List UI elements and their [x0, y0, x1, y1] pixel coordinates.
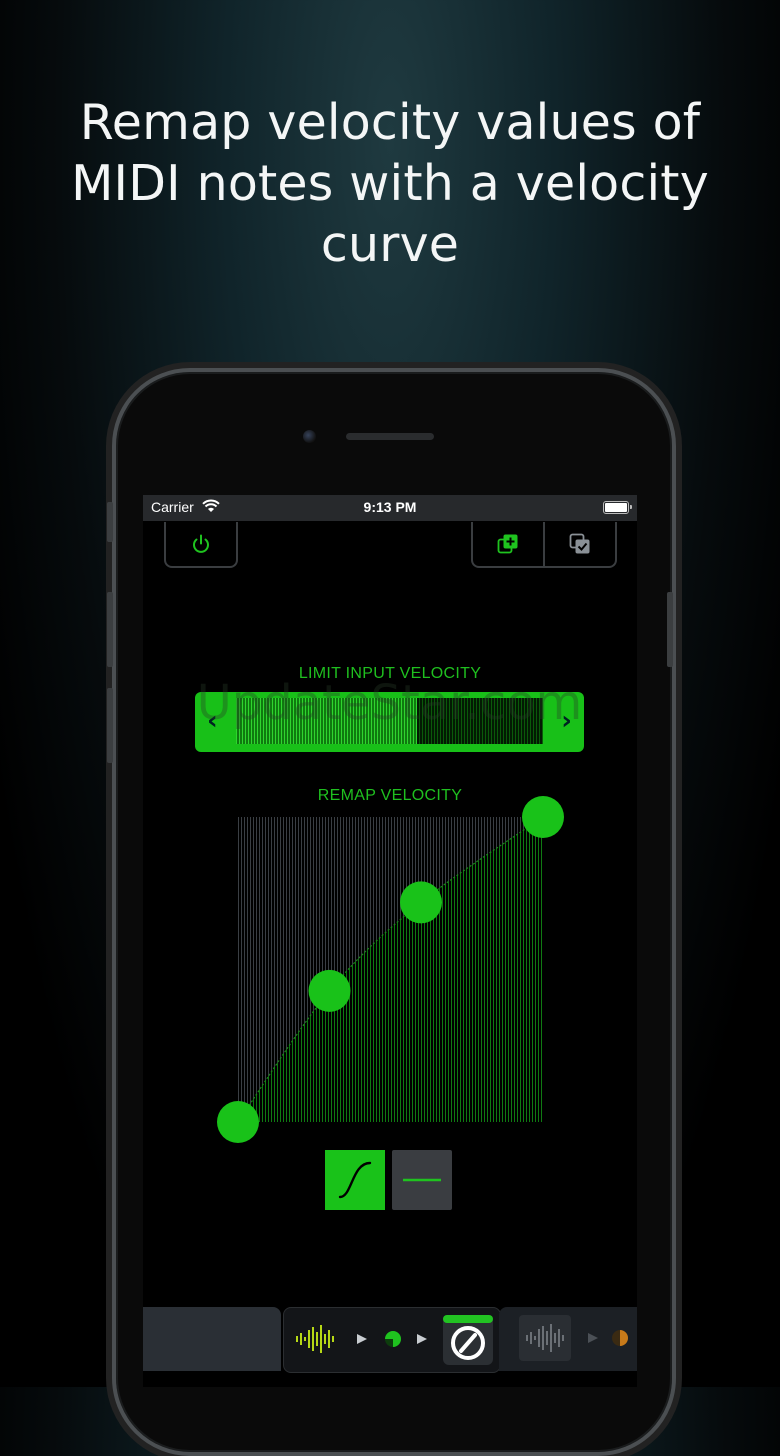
curve-handle-4[interactable]: [522, 796, 564, 838]
headline: Remap velocity values of MIDI notes with…: [71, 94, 709, 273]
speaker-grille: [346, 433, 434, 440]
play-arrow-icon: [357, 1334, 367, 1344]
add-preset-icon: [497, 534, 518, 554]
limit-velocity-slider[interactable]: ‹ ›: [195, 692, 584, 752]
app-switcher-dock: [143, 1307, 637, 1387]
phone-volume-down: [107, 688, 113, 763]
slider-fill: [236, 698, 418, 744]
add-preset-button[interactable]: [473, 522, 543, 566]
linear-mode-button[interactable]: [392, 1150, 452, 1210]
remap-velocity-label: REMAP VELOCITY: [317, 787, 463, 804]
dock-empty-slot[interactable]: [143, 1307, 281, 1371]
play-arrow-icon: [588, 1333, 598, 1343]
app-logo-icon: [443, 1315, 493, 1365]
slider-track[interactable]: [236, 698, 543, 744]
orange-node-icon: [612, 1330, 628, 1346]
velocity-curve-editor[interactable]: [217, 796, 564, 1143]
camera-icon: [303, 430, 316, 443]
status-time: 9:13 PM: [363, 499, 417, 515]
slider-right-arrow[interactable]: ›: [561, 706, 572, 736]
slider-left-arrow[interactable]: ‹: [207, 706, 218, 736]
phone-power-button: [667, 592, 673, 667]
battery-icon: [603, 501, 629, 514]
battery-tip: [630, 505, 632, 509]
preset-toolbar: [471, 522, 617, 568]
select-presets-button[interactable]: [545, 522, 615, 566]
s-curve-icon: [338, 1161, 372, 1199]
curve-handle-1[interactable]: [217, 1101, 259, 1143]
curve-mode-button[interactable]: [325, 1150, 385, 1210]
limit-velocity-label: LIMIT INPUT VELOCITY: [298, 665, 482, 682]
power-icon: [193, 534, 209, 553]
status-bar: Carrier 9:13 PM: [143, 495, 637, 521]
waveform-icon: [296, 1325, 334, 1353]
select-presets-icon: [569, 533, 590, 554]
curve-handle-3[interactable]: [400, 881, 442, 924]
power-button[interactable]: [166, 522, 236, 566]
phone-mute-switch: [107, 502, 113, 542]
power-toolbar: [164, 522, 238, 568]
app-screen: Carrier 9:13 PM LIMIT INPUT VELOCITY ‹ ›…: [143, 495, 637, 1387]
curve-handle-2[interactable]: [308, 969, 351, 1012]
dock-current-app[interactable]: [283, 1307, 501, 1373]
waveform-icon: [519, 1315, 571, 1361]
flat-line-icon: [403, 1178, 441, 1182]
dock-next-app[interactable]: [499, 1307, 637, 1371]
midi-node-icon: [385, 1331, 401, 1347]
play-arrow-icon: [417, 1334, 427, 1344]
phone-volume-up: [107, 592, 113, 667]
